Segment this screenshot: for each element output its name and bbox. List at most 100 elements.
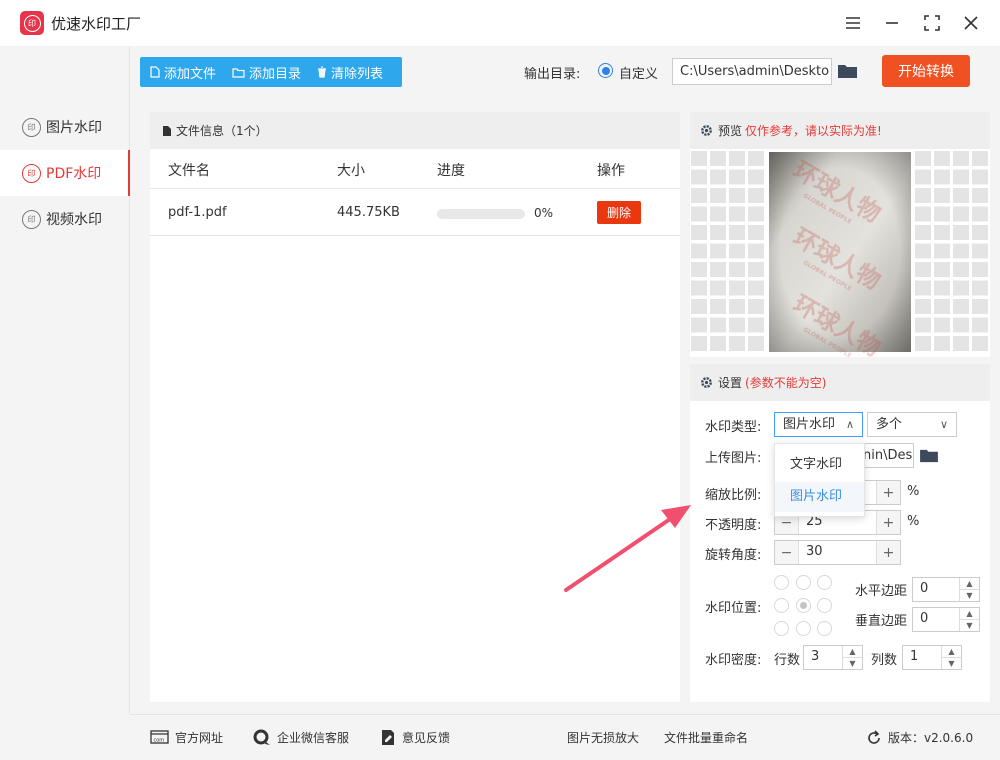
cols-up-icon[interactable]: ▲ <box>941 646 961 658</box>
position-option-0-1[interactable] <box>796 575 811 590</box>
trash-icon <box>318 66 327 78</box>
chevron-down-icon: ∨ <box>939 418 948 431</box>
cols-value[interactable]: 1 <box>910 649 918 664</box>
custom-output-radio[interactable] <box>598 63 613 78</box>
settings-title: 设置 <box>718 376 743 390</box>
rotate-value[interactable]: 30 <box>806 544 823 559</box>
start-convert-button[interactable]: 开始转换 <box>882 55 970 87</box>
opacity-increment-button[interactable]: + <box>876 511 900 534</box>
position-option-0-0[interactable] <box>774 575 789 590</box>
column-action: 操作 <box>597 163 625 179</box>
dropdown-option-image-watermark[interactable]: 图片水印 <box>775 482 864 512</box>
close-icon[interactable] <box>958 10 984 36</box>
maximize-icon[interactable] <box>919 10 945 36</box>
grid-cell <box>691 169 707 185</box>
scale-increment-button[interactable]: + <box>876 481 900 504</box>
grid-cell <box>953 188 969 203</box>
settings-note: (参数不能为空) <box>745 376 827 390</box>
browse-image-folder-icon[interactable] <box>919 448 939 463</box>
menu-icon[interactable] <box>840 10 866 36</box>
rows-value[interactable]: 3 <box>811 649 819 664</box>
grid-cell <box>748 243 764 259</box>
chevron-up-icon: ∧ <box>845 418 854 431</box>
position-option-2-2[interactable] <box>817 621 832 636</box>
position-option-1-1[interactable] <box>796 598 811 613</box>
grid-cell <box>691 188 707 203</box>
h-margin-up-icon[interactable]: ▲ <box>959 578 979 590</box>
clear-list-button[interactable]: 清除列表 <box>317 63 383 82</box>
custom-output-label: 自定义 <box>619 67 659 82</box>
browse-output-folder-icon[interactable] <box>837 63 858 79</box>
batch-rename-link[interactable]: 文件批量重命名 <box>664 729 748 746</box>
upload-image-input[interactable]: nin\Des <box>862 443 914 468</box>
grid-cell <box>953 336 969 351</box>
h-margin-down-icon[interactable]: ▼ <box>959 589 979 601</box>
grid-cell <box>748 262 764 277</box>
v-margin-down-icon[interactable]: ▼ <box>959 619 979 631</box>
dropdown-option-text-watermark[interactable]: 文字水印 <box>775 450 864 480</box>
preview-panel: 预览 仅作参考，请以实际为准! 环球人物 GLOBAL PEOPLE 环球人物 GL… <box>690 112 990 362</box>
image-enlarge-link[interactable]: 图片无损放大 <box>567 729 639 746</box>
position-option-2-1[interactable] <box>796 621 811 636</box>
grid-cell <box>710 299 726 314</box>
wechat-support-link[interactable]: 企业微信客服 <box>252 729 349 746</box>
rows-spinner[interactable]: 3 ▲ ▼ <box>803 645 863 670</box>
scale-label: 缩放比例: <box>705 488 762 503</box>
grid-cell <box>691 299 707 314</box>
grid-cell <box>748 336 764 351</box>
feedback-label: 意见反馈 <box>402 731 451 745</box>
sidebar-item-video-watermark[interactable]: 印 视频水印 <box>0 196 130 242</box>
grid-cell <box>710 225 726 240</box>
grid-cell <box>748 188 764 203</box>
grid-cell <box>953 262 969 277</box>
upload-image-label: 上传图片: <box>705 451 762 466</box>
minimize-icon[interactable] <box>879 10 905 36</box>
grid-cell <box>972 188 988 203</box>
grid-cell <box>710 206 726 222</box>
cols-down-icon[interactable]: ▼ <box>941 657 961 669</box>
add-file-button[interactable]: 添加文件 <box>150 63 216 82</box>
file-table-header: 文件名 大小 进度 操作 <box>150 149 680 189</box>
position-option-1-2[interactable] <box>817 598 832 613</box>
rotate-increment-button[interactable]: + <box>876 541 900 564</box>
rows-down-icon[interactable]: ▼ <box>842 657 862 669</box>
v-margin-up-icon[interactable]: ▲ <box>959 608 979 620</box>
opacity-unit: % <box>907 514 920 529</box>
file-toolbar: 添加文件 添加目录 清除列表 <box>140 57 402 87</box>
output-path-input[interactable]: C:\Users\admin\Deskto <box>672 58 832 85</box>
sidebar-item-image-watermark[interactable]: 印 图片水印 <box>0 104 130 150</box>
rows-up-icon[interactable]: ▲ <box>842 646 862 658</box>
sidebar-item-pdf-watermark[interactable]: 印 PDF水印 <box>0 150 130 196</box>
v-margin-spinner[interactable]: 0 ▲ ▼ <box>912 607 980 632</box>
watermark-mode-select[interactable]: 多个 ∨ <box>867 412 957 437</box>
feedback-link[interactable]: 意见反馈 <box>380 729 450 746</box>
grid-cell <box>915 317 931 333</box>
grid-cell <box>934 188 950 203</box>
v-margin-value[interactable]: 0 <box>920 611 928 626</box>
rotate-decrement-button[interactable]: − <box>775 541 799 564</box>
grid-cell <box>729 336 745 351</box>
add-directory-button[interactable]: 添加目录 <box>232 63 301 82</box>
file-list-panel: 文件信息（1个） 文件名 大小 进度 操作 pdf-1.pdf 445.75KB… <box>150 112 680 702</box>
official-website-link[interactable]: com 官方网址 <box>150 729 223 746</box>
grid-cell <box>748 151 764 166</box>
position-option-1-0[interactable] <box>774 598 789 613</box>
chat-bubble-icon <box>253 729 270 745</box>
grid-cell <box>934 206 950 222</box>
cols-spinner[interactable]: 1 ▲ ▼ <box>902 645 962 670</box>
h-margin-value[interactable]: 0 <box>920 581 928 596</box>
grid-cell <box>934 299 950 314</box>
position-option-2-0[interactable] <box>774 621 789 636</box>
sidebar-item-label: PDF水印 <box>46 166 102 182</box>
title-bar: 印 优速水印工厂 <box>0 0 1000 46</box>
position-option-0-2[interactable] <box>817 575 832 590</box>
h-margin-spinner[interactable]: 0 ▲ ▼ <box>912 577 980 602</box>
column-filename: 文件名 <box>168 163 210 179</box>
grid-cell <box>915 262 931 277</box>
rotate-stepper[interactable]: − 30 + <box>774 540 901 565</box>
feedback-icon <box>382 730 394 745</box>
delete-file-button[interactable]: 删除 <box>597 201 641 224</box>
grid-cell <box>710 336 726 351</box>
file-info-icon <box>163 125 171 136</box>
watermark-type-select[interactable]: 图片水印 ∧ <box>774 412 863 437</box>
